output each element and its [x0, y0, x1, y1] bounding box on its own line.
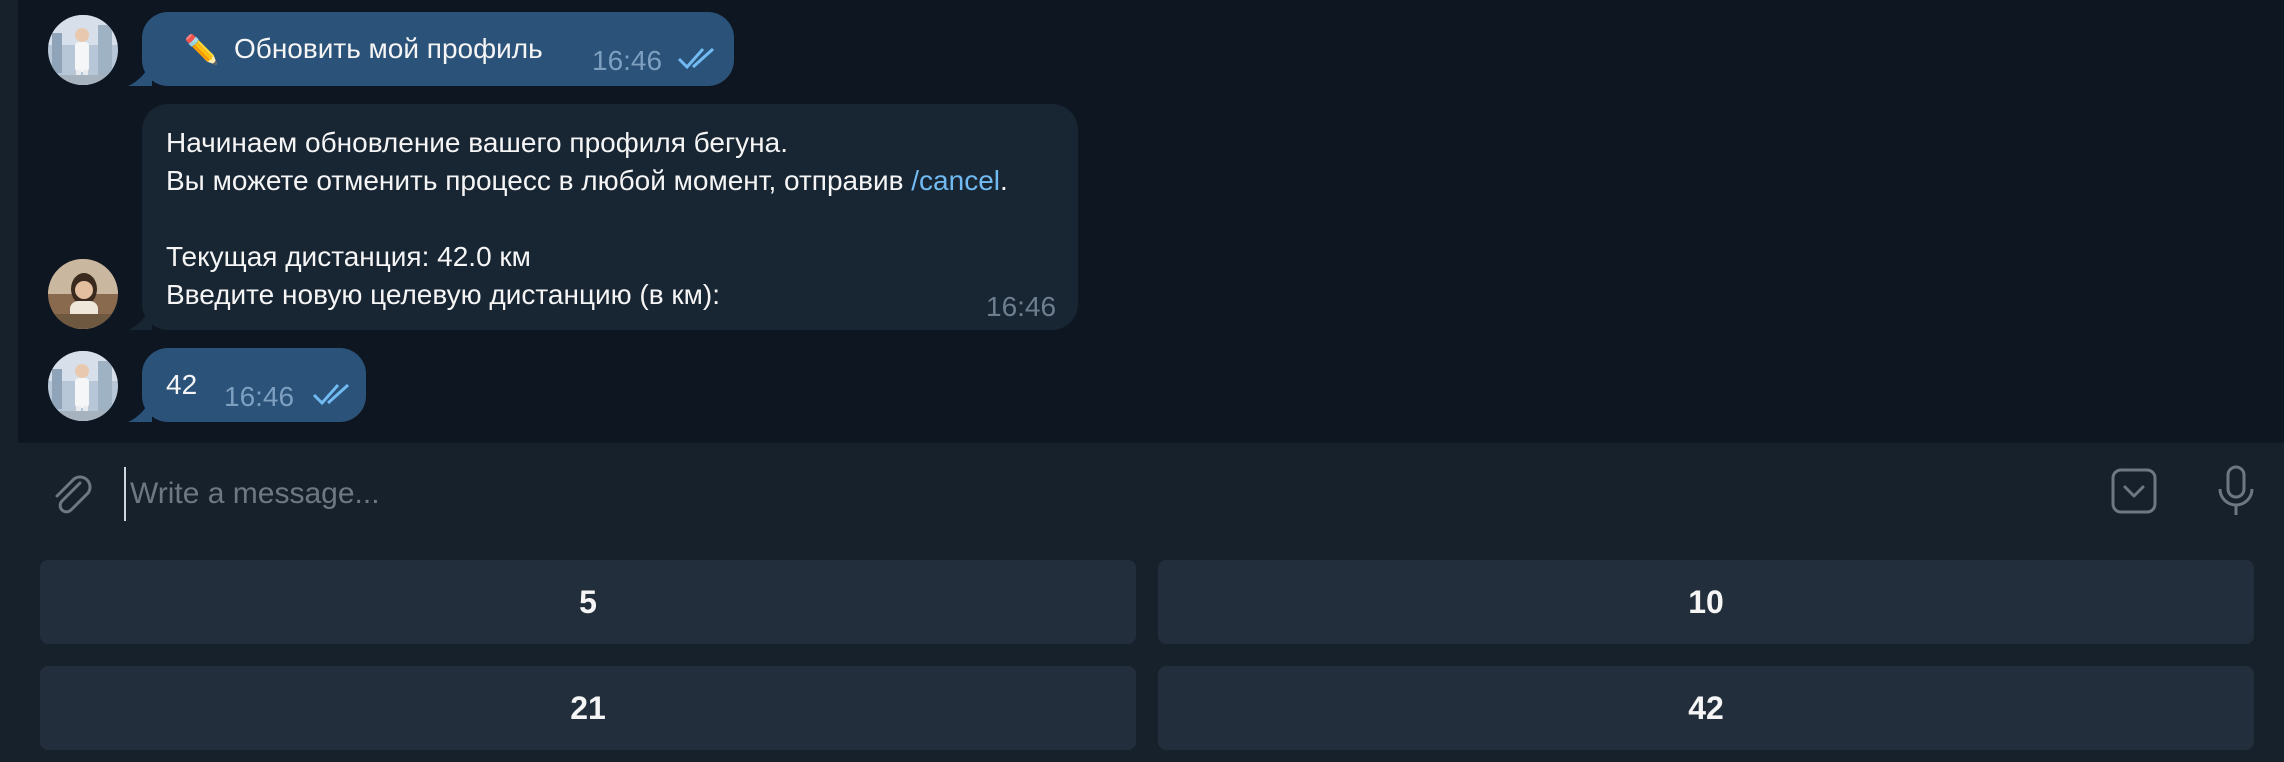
message-time: 16:46	[224, 381, 295, 412]
outgoing-message[interactable]: ✏️ Обновить мой профиль 16:46	[128, 12, 734, 86]
double-check-icon	[312, 383, 350, 406]
cancel-command-link[interactable]: /cancel	[911, 165, 1000, 196]
keyboard-button-42[interactable]: 42	[1158, 666, 2254, 750]
outgoing-message[interactable]: 42 16:46	[128, 348, 366, 422]
message-input[interactable]	[124, 467, 2082, 521]
incoming-message[interactable]: Начинаем обновление вашего профиля бегун…	[128, 104, 1078, 330]
paperclip-icon[interactable]	[48, 471, 96, 519]
bot-keyboard-toggle-icon[interactable]	[2110, 467, 2158, 515]
bubble-tail-icon	[128, 62, 152, 86]
bot-avatar[interactable]	[48, 259, 118, 329]
user-avatar[interactable]	[48, 15, 118, 85]
double-check-icon	[677, 47, 715, 70]
message-line: Текущая дистанция: 42.0 км	[166, 241, 531, 272]
keyboard-button-5[interactable]: 5	[40, 560, 1136, 644]
message-emoji: ✏️	[184, 34, 219, 65]
keyboard-button-21[interactable]: 21	[40, 666, 1136, 750]
message-text: 42	[166, 369, 198, 400]
chat-list-edge	[0, 0, 18, 762]
message-line-text: Вы можете отменить процесс в любой момен…	[166, 165, 912, 196]
bubble-tail-icon	[128, 398, 152, 422]
message-list[interactable]: ✏️ Обновить мой профиль 16:46 Начинаем о…	[18, 0, 2284, 442]
message-time: 16:46	[592, 45, 663, 76]
message-line-punct: .	[1000, 165, 1008, 196]
keyboard-button-10[interactable]: 10	[1158, 560, 2254, 644]
bot-reply-keyboard: 5 10 21 42	[18, 544, 2284, 762]
user-avatar[interactable]	[48, 351, 118, 421]
message-line: Вы можете отменить процесс в любой момен…	[166, 162, 1008, 200]
microphone-icon[interactable]	[2210, 463, 2262, 519]
message-line: Введите новую целевую дистанцию (в км):	[166, 279, 720, 310]
bubble-tail-icon	[128, 306, 152, 330]
message-time: 16:46	[986, 291, 1057, 322]
message-composer	[18, 442, 2284, 545]
message-line: Начинаем обновление вашего профиля бегун…	[166, 127, 788, 158]
message-text: Обновить мой профиль	[234, 33, 543, 64]
